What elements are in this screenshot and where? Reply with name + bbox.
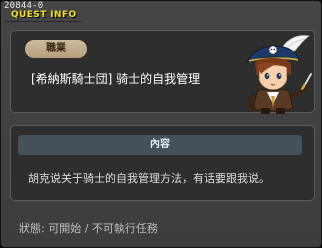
title-divider (5, 21, 81, 22)
quest-summary-card: 職業 [希納斯騎士団] 骑士的自我管理 (10, 30, 315, 114)
window-title: QUEST INFO (11, 10, 77, 20)
npc-portrait-icon (246, 35, 312, 114)
quest-info-window: 20844-0 QUEST INFO 職業 [希納斯騎士団] 骑士的自我管理 內… (0, 0, 322, 248)
job-badge: 職業 (25, 40, 87, 58)
quest-title: [希納斯騎士団] 骑士的自我管理 (31, 72, 201, 86)
content-panel: 內容 胡克说关于骑士的自我管理方法，有话要跟我说。 (10, 125, 315, 201)
quest-status: 狀態: 可開始 / 不可執行任務 (19, 222, 158, 235)
content-header: 內容 (18, 135, 302, 155)
content-description: 胡克说关于骑士的自我管理方法，有话要跟我说。 (28, 172, 270, 185)
